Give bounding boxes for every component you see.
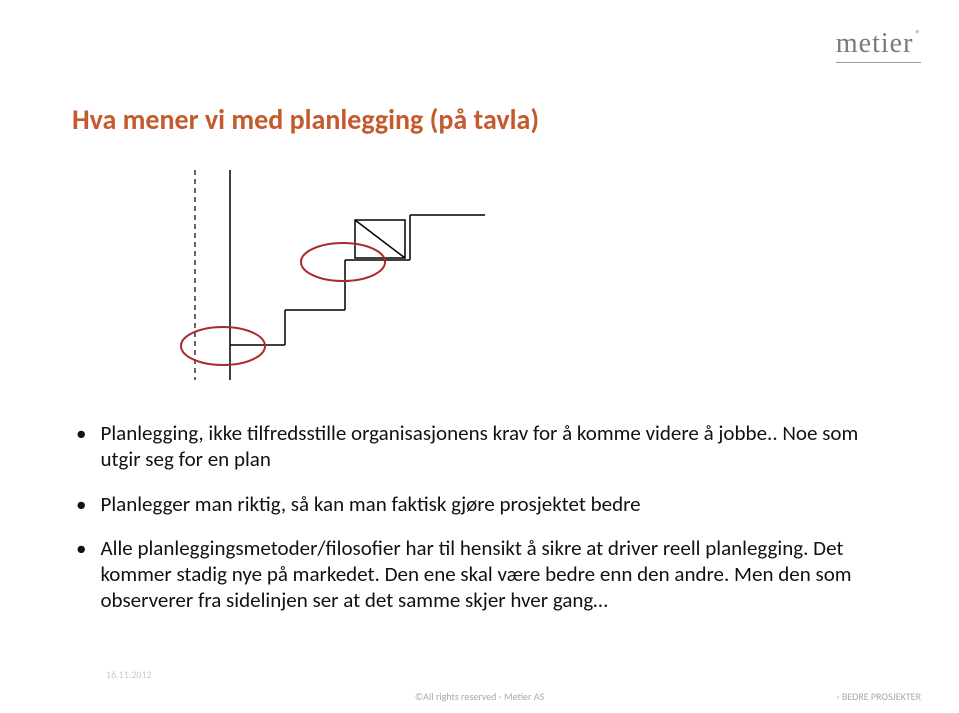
footer-watermark: 16.11.2012: [106, 668, 152, 681]
footer-right: - BEDRE PROSJEKTER: [837, 690, 922, 703]
logo-underline: [836, 62, 921, 63]
bullet-list: Planlegging, ikke tilfredsstille organis…: [72, 420, 887, 614]
logo-metier: metier®: [836, 28, 921, 60]
bullet-item: Planlegging, ikke tilfredsstille organis…: [72, 420, 887, 473]
logo-text: metier: [836, 28, 914, 60]
slide-title: Hva mener vi med planlegging (på tavla): [72, 102, 539, 137]
registered-icon: ®: [915, 28, 921, 41]
slide: metier® Hva mener vi med planlegging (på…: [0, 0, 959, 713]
footer-center: ©All rights reserved - Metier AS: [415, 690, 544, 703]
bullet-item: Alle planleggingsmetoder/filosofier har …: [72, 535, 887, 614]
bullet-item: Planlegger man riktig, så kan man faktis…: [72, 491, 887, 517]
body-content: Planlegging, ikke tilfredsstille organis…: [72, 420, 887, 632]
planning-diagram: [155, 160, 495, 390]
